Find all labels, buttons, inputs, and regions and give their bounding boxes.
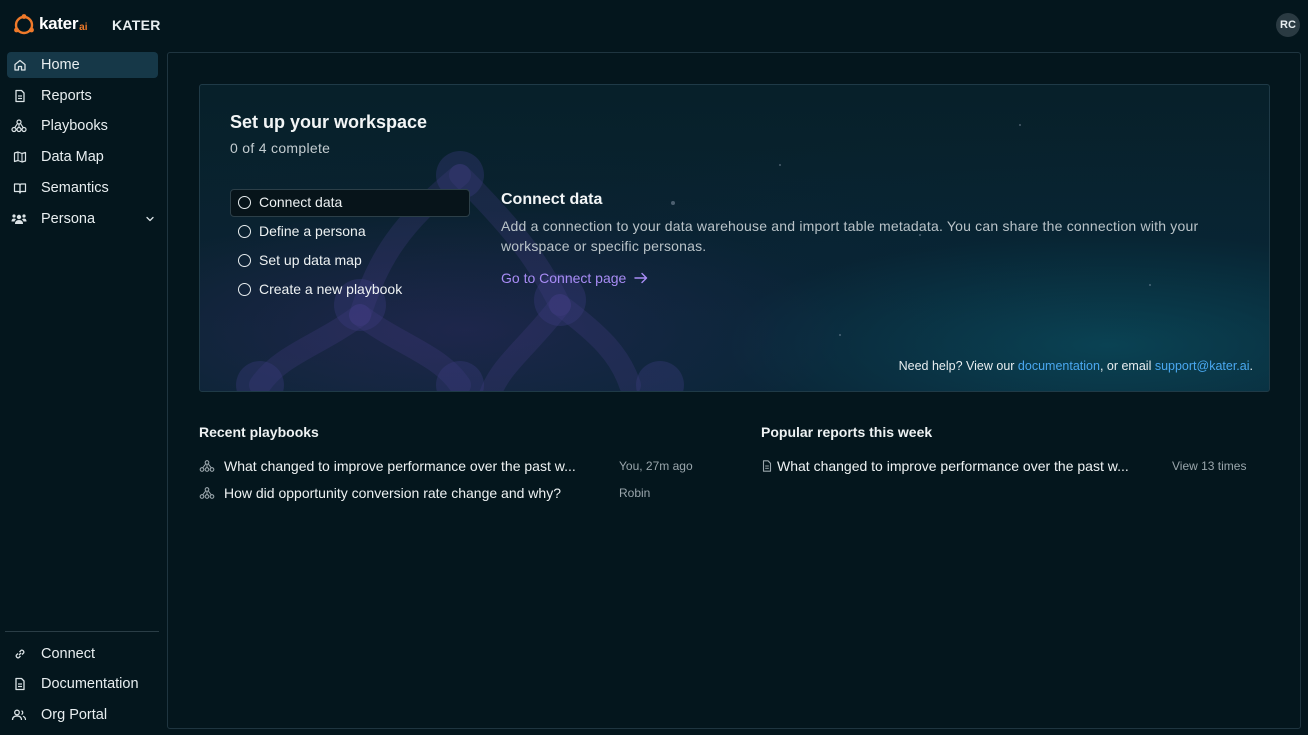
home-icon	[14, 59, 26, 71]
users-icon	[11, 709, 27, 721]
link-icon	[15, 649, 25, 659]
help-suffix: .	[1249, 359, 1253, 373]
map-icon	[13, 151, 27, 163]
radio-icon	[238, 254, 251, 267]
logo-suffix: ai	[79, 21, 88, 33]
documentation-link[interactable]: documentation	[1018, 359, 1100, 373]
playbook-icon	[11, 119, 27, 133]
step-label: Create a new playbook	[259, 281, 403, 297]
book-icon	[13, 183, 27, 194]
sidebar-item-connect[interactable]: Connect	[7, 641, 158, 667]
help-text: Need help? View our documentation, or em…	[899, 359, 1253, 373]
list-item[interactable]: How did opportunity conversion rate chan…	[199, 482, 709, 504]
sidebar-item-data-map[interactable]: Data Map	[7, 144, 158, 170]
radio-icon	[238, 196, 251, 209]
popular-reports-title: Popular reports this week	[761, 424, 933, 440]
step-define-persona[interactable]: Define a persona	[230, 218, 470, 246]
help-middle: , or email	[1099, 359, 1155, 373]
sidebar-item-semantics[interactable]: Semantics	[7, 175, 158, 201]
go-to-connect-label: Go to Connect page	[501, 270, 627, 286]
sidebar-item-playbooks[interactable]: Playbooks	[7, 113, 158, 139]
setup-workspace-card: Set up your workspace 0 of 4 complete Co…	[199, 84, 1270, 392]
kater-logo-icon	[14, 14, 34, 35]
recent-playbooks-title: Recent playbooks	[199, 424, 319, 440]
help-prefix: Need help? View our	[898, 359, 1018, 373]
report-title: What changed to improve performance over…	[777, 458, 1129, 474]
step-label: Define a persona	[259, 223, 366, 239]
report-icon	[15, 89, 25, 103]
logo-text: kater	[39, 14, 79, 33]
step-connect-data[interactable]: Connect data	[230, 189, 470, 217]
sidebar-item-reports[interactable]: Reports	[7, 83, 158, 109]
sidebar: Home Reports Playbooks Data Map Semantic…	[0, 50, 166, 735]
report-meta: View 13 times	[1172, 459, 1247, 473]
step-label: Set up data map	[259, 252, 362, 268]
sidebar-divider	[5, 631, 159, 632]
sidebar-item-label: Reports	[41, 88, 92, 104]
setup-progress: 0 of 4 complete	[230, 140, 331, 156]
persona-icon	[11, 214, 27, 224]
playbook-icon	[199, 460, 215, 472]
playbook-icon	[199, 487, 215, 499]
arrow-right-icon	[634, 272, 648, 284]
sidebar-item-label: Playbooks	[41, 118, 108, 134]
radio-icon	[238, 283, 251, 296]
list-item[interactable]: What changed to improve performance over…	[199, 455, 709, 477]
playbook-meta: You, 27m ago	[619, 459, 693, 473]
setup-title: Set up your workspace	[230, 112, 428, 132]
playbook-meta: Robin	[619, 486, 651, 500]
sidebar-item-label: Org Portal	[41, 707, 108, 723]
sidebar-item-label: Documentation	[41, 676, 139, 692]
step-detail-title: Connect data	[501, 191, 603, 208]
sidebar-item-label: Semantics	[41, 180, 109, 196]
sidebar-item-persona[interactable]: Persona	[7, 206, 158, 232]
sidebar-item-label: Home	[41, 57, 80, 73]
sidebar-item-label: Data Map	[41, 149, 104, 165]
sidebar-item-org-portal[interactable]: Org Portal	[7, 702, 158, 728]
sidebar-item-label: Connect	[41, 646, 96, 662]
playbook-title: How did opportunity conversion rate chan…	[224, 485, 561, 501]
step-set-up-data-map[interactable]: Set up data map	[230, 247, 470, 275]
kater-logo[interactable]: kater ai	[12, 13, 88, 35]
org-name: KATER	[112, 17, 161, 33]
sidebar-item-documentation[interactable]: Documentation	[7, 671, 158, 697]
go-to-connect-link[interactable]: Go to Connect page	[501, 270, 648, 286]
report-icon	[762, 460, 772, 472]
main-panel: Set up your workspace 0 of 4 complete Co…	[167, 52, 1301, 729]
step-create-playbook[interactable]: Create a new playbook	[230, 276, 470, 304]
sidebar-item-label: Persona	[41, 211, 96, 227]
step-detail-description: Add a connection to your data warehouse …	[501, 218, 1199, 254]
top-bar: kater ai KATER RC	[0, 0, 1308, 50]
radio-icon	[238, 225, 251, 238]
sidebar-item-home[interactable]: Home	[7, 52, 158, 78]
list-item[interactable]: What changed to improve performance over…	[761, 455, 1261, 477]
document-icon	[15, 677, 25, 691]
support-email-link[interactable]: support@kater.ai	[1155, 359, 1250, 373]
user-avatar[interactable]: RC	[1276, 13, 1300, 37]
playbook-title: What changed to improve performance over…	[224, 458, 576, 474]
step-label: Connect data	[259, 194, 343, 210]
chevron-down-icon[interactable]	[144, 213, 156, 225]
